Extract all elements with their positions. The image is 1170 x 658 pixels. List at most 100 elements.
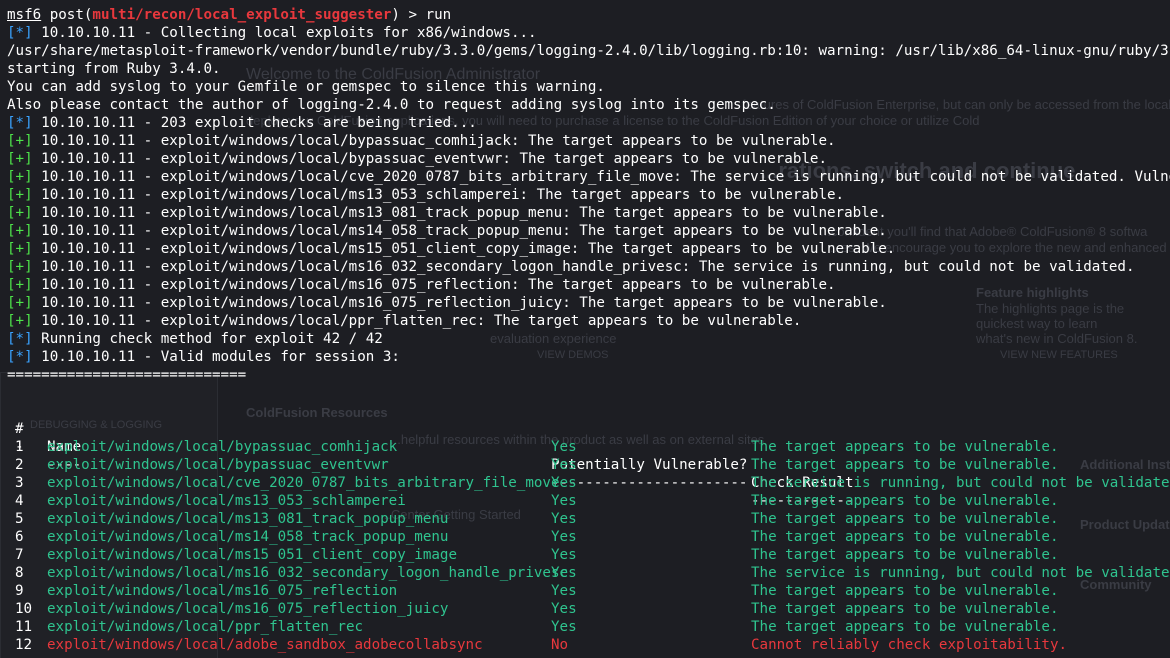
status-good-icon: [+] xyxy=(7,241,33,257)
output-text: 10.10.10.11 - exploit/windows/local/ms16… xyxy=(32,259,1135,275)
output-text: 10.10.10.11 - exploit/windows/local/ppr_… xyxy=(32,313,802,329)
table-cell-num: 2 xyxy=(15,457,24,473)
status-good-icon: [+] xyxy=(7,223,33,239)
table-row: 2 exploit/windows/local/bypassuac_eventvw… xyxy=(7,456,1170,474)
status-info-icon: [*] xyxy=(7,349,33,365)
table-row: 1 exploit/windows/local/bypassuac_comhija… xyxy=(7,438,1170,456)
command-prompt-line[interactable]: msf6 post(multi/recon/local_exploit_sugg… xyxy=(7,6,1170,24)
output-text: ============================ xyxy=(7,367,247,383)
output-text: /usr/share/metasploit-framework/vendor/b… xyxy=(7,43,1170,59)
table-cell-name: exploit/windows/local/ms16_032_secondary… xyxy=(47,565,569,581)
status-good-icon: [+] xyxy=(7,259,33,275)
table-cell-result: Cannot reliably check exploitability. xyxy=(751,637,1068,653)
output-text: 10.10.10.11 - Valid modules for session … xyxy=(32,349,400,365)
table-cell-result: The target appears to be vulnerable. xyxy=(751,601,1059,617)
table-cell-vulnerable: Yes xyxy=(551,583,577,599)
table-rows: 1 exploit/windows/local/bypassuac_comhija… xyxy=(7,438,1170,654)
status-info-icon: [*] xyxy=(7,331,33,347)
table-row: 6 exploit/windows/local/ms14_058_track_po… xyxy=(7,528,1170,546)
output-lines: [*] 10.10.10.11 - Collecting local explo… xyxy=(7,24,1170,384)
table-cell-num: 9 xyxy=(15,583,24,599)
terminal-window[interactable]: Welcome to the ColdFusion Administrator … xyxy=(0,0,1170,658)
output-line: [+] 10.10.10.11 - exploit/windows/local/… xyxy=(7,204,1170,222)
table-cell-vulnerable: Yes xyxy=(551,565,577,581)
output-text: 10.10.10.11 - exploit/windows/local/ms13… xyxy=(32,205,887,221)
table-cell-vulnerable: Yes xyxy=(551,511,577,527)
output-line: [+] 10.10.10.11 - exploit/windows/local/… xyxy=(7,258,1170,276)
table-cell-vulnerable: Yes xyxy=(551,457,577,473)
table-row: 11 exploit/windows/local/ppr_flatten_rec Y… xyxy=(7,618,1170,636)
table-cell-vulnerable: Yes xyxy=(551,601,577,617)
table-cell-vulnerable: Yes xyxy=(551,439,577,455)
table-cell-vulnerable: Yes xyxy=(551,475,577,491)
output-text: 10.10.10.11 - exploit/windows/local/cve_… xyxy=(32,169,1170,185)
output-line: [*] 10.10.10.11 - Collecting local explo… xyxy=(7,24,1170,42)
table-row: 5 exploit/windows/local/ms13_081_track_po… xyxy=(7,510,1170,528)
output-line: [+] 10.10.10.11 - exploit/windows/local/… xyxy=(7,132,1170,150)
output-text: Also please contact the author of loggin… xyxy=(7,97,776,113)
table-underline-row: - ---- ----------------------- ---------… xyxy=(7,420,1170,509)
table-row: 4 exploit/windows/local/ms13_053_schlampe… xyxy=(7,492,1170,510)
status-good-icon: [+] xyxy=(7,187,33,203)
table-cell-name: exploit/windows/local/ms13_081_track_pop… xyxy=(47,511,449,527)
table-cell-name: exploit/windows/local/adobe_sandbox_adob… xyxy=(47,637,483,653)
status-good-icon: [+] xyxy=(7,205,33,221)
output-line: [+] 10.10.10.11 - exploit/windows/local/… xyxy=(7,168,1170,186)
table-cell-vulnerable: Yes xyxy=(551,619,577,635)
table-row: 7 exploit/windows/local/ms15_051_client_c… xyxy=(7,546,1170,564)
prompt-post-open: post( xyxy=(41,7,93,23)
table-cell-name: exploit/windows/local/bypassuac_comhijac… xyxy=(47,439,398,455)
prompt-post-close: ) > xyxy=(391,7,426,23)
table-cell-num: 4 xyxy=(15,493,24,509)
table-header-row: # Name Potentially Vulnerable? Check Res… xyxy=(7,402,1170,491)
output-line: ============================ xyxy=(7,366,1170,384)
table-cell-num: 3 xyxy=(15,475,24,491)
status-good-icon: [+] xyxy=(7,133,33,149)
output-text: 10.10.10.11 - exploit/windows/local/ms16… xyxy=(32,277,836,293)
output-text: 10.10.10.11 - exploit/windows/local/ms16… xyxy=(32,295,887,311)
prompt-module: multi/recon/local_exploit_suggester xyxy=(92,7,392,23)
output-line: /usr/share/metasploit-framework/vendor/b… xyxy=(7,42,1170,60)
table-row: 8 exploit/windows/local/ms16_032_secondar… xyxy=(7,564,1170,582)
table-cell-result: The target appears to be vulnerable. xyxy=(751,547,1059,563)
table-cell-vulnerable: Yes xyxy=(551,529,577,545)
output-text: 10.10.10.11 - Collecting local exploits … xyxy=(32,25,537,41)
output-text: 10.10.10.11 - exploit/windows/local/ms13… xyxy=(32,187,845,203)
table-cell-num: 11 xyxy=(15,619,33,635)
table-row: 12 exploit/windows/local/adobe_sandbox_ad… xyxy=(7,636,1170,654)
table-cell-name: exploit/windows/local/ms13_053_schlamper… xyxy=(47,493,406,509)
table-cell-result: The service is running, but could not be… xyxy=(751,475,1170,491)
table-cell-num: 10 xyxy=(15,601,33,617)
output-text: Running check method for exploit 42 / 42 xyxy=(32,331,383,347)
status-good-icon: [+] xyxy=(7,151,33,167)
status-info-icon: [*] xyxy=(7,25,33,41)
status-good-icon: [+] xyxy=(7,313,33,329)
table-cell-result: The service is running, but could not be… xyxy=(751,565,1170,581)
table-row: 10 exploit/windows/local/ms16_075_reflect… xyxy=(7,600,1170,618)
output-text: You can add syslog to your Gemfile or ge… xyxy=(7,79,605,95)
table-cell-vulnerable: Yes xyxy=(551,547,577,563)
output-text: 10.10.10.11 - exploit/windows/local/bypa… xyxy=(32,133,836,149)
table-cell-num: 7 xyxy=(15,547,24,563)
output-line: [+] 10.10.10.11 - exploit/windows/local/… xyxy=(7,240,1170,258)
prompt-command: run xyxy=(425,7,452,23)
table-cell-num: 12 xyxy=(15,637,33,653)
table-cell-num: 8 xyxy=(15,565,24,581)
table-cell-name: exploit/windows/local/ms16_075_reflectio… xyxy=(47,601,449,617)
table-cell-vulnerable: Yes xyxy=(551,493,577,509)
table-cell-result: The target appears to be vulnerable. xyxy=(751,583,1059,599)
table-cell-vulnerable: No xyxy=(551,637,569,653)
output-line: [+] 10.10.10.11 - exploit/windows/local/… xyxy=(7,276,1170,294)
table-cell-name: exploit/windows/local/ms15_051_client_co… xyxy=(47,547,457,563)
table-cell-name: exploit/windows/local/cve_2020_0787_bits… xyxy=(47,475,560,491)
terminal-output[interactable]: msf6 post(multi/recon/local_exploit_sugg… xyxy=(7,6,1170,654)
table-cell-num: 6 xyxy=(15,529,24,545)
output-line: [+] 10.10.10.11 - exploit/windows/local/… xyxy=(7,312,1170,330)
prompt-msf: msf6 xyxy=(7,7,42,23)
status-good-icon: [+] xyxy=(7,169,33,185)
output-line: [+] 10.10.10.11 - exploit/windows/local/… xyxy=(7,150,1170,168)
table-row: 3 exploit/windows/local/cve_2020_0787_bit… xyxy=(7,474,1170,492)
output-text: 10.10.10.11 - exploit/windows/local/ms15… xyxy=(32,241,896,257)
table-cell-result: The target appears to be vulnerable. xyxy=(751,619,1059,635)
output-text: 10.10.10.11 - exploit/windows/local/bypa… xyxy=(32,151,827,167)
